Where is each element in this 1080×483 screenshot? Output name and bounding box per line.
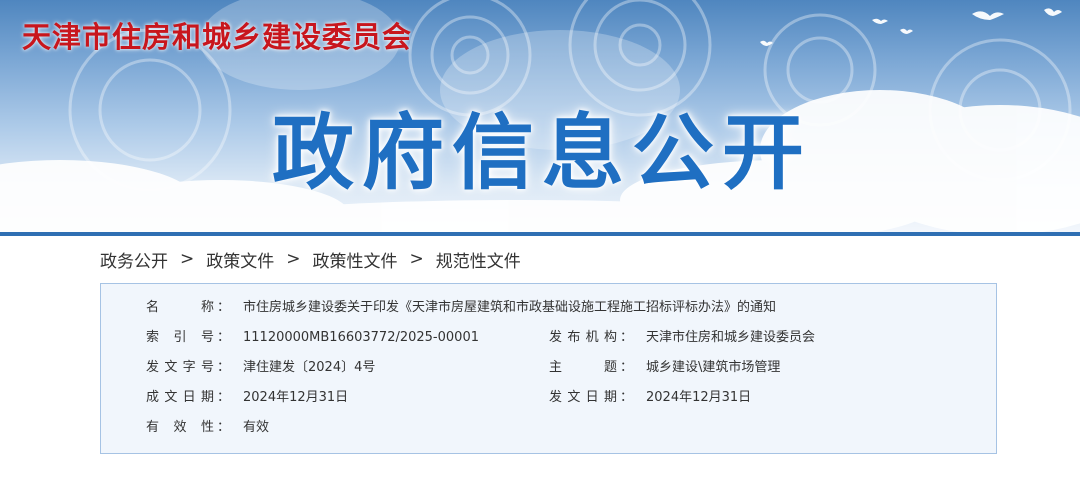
info-label-char: 发 bbox=[549, 330, 563, 345]
info-colon: ： bbox=[216, 420, 230, 435]
info-colon: ： bbox=[216, 390, 230, 405]
info-colon: ： bbox=[216, 300, 230, 315]
breadcrumb-item-policy-nature-docs[interactable]: 政策性文件 bbox=[313, 247, 398, 272]
info-label-char: 文 bbox=[164, 360, 178, 375]
info-label-char: 效 bbox=[173, 420, 187, 435]
banner-title: 政府信息公开 bbox=[272, 106, 813, 201]
info-label-char: 发 bbox=[146, 360, 160, 375]
issued-date-value: 2024年12月31日 bbox=[646, 390, 752, 405]
document-title-value: 市住房城乡建设委关于印发《天津市房屋建筑和市政基础设施工程施工招标评标办法》的通… bbox=[243, 300, 777, 315]
info-label-char: 名 bbox=[146, 300, 160, 315]
info-label-char: 号 bbox=[200, 330, 214, 345]
info-row-name: 名称： 市住房城乡建设委关于印发《天津市房屋建筑和市政基础设施工程施工招标评标办… bbox=[146, 298, 986, 318]
publisher-value: 天津市住房和城乡建设委员会 bbox=[646, 330, 816, 345]
info-label: 成文日期： bbox=[146, 388, 230, 408]
info-label-char: 期 bbox=[603, 390, 617, 405]
info-colon: ： bbox=[619, 390, 633, 405]
info-label-char: 日 bbox=[182, 390, 196, 405]
info-row-validity: 有效性： 有效 bbox=[146, 418, 546, 438]
info-label-char: 号 bbox=[200, 360, 214, 375]
info-row-doc-no: 发文字号： 津住建发〔2024〕4号 bbox=[146, 358, 546, 378]
info-label-text: 发布机构 bbox=[549, 328, 617, 348]
info-label: 发文日期： bbox=[549, 388, 633, 408]
index-no-value: 11120000MB16603772/2025-00001 bbox=[243, 330, 479, 345]
info-label: 名称： bbox=[146, 298, 230, 318]
doc-no-value: 津住建发〔2024〕4号 bbox=[243, 360, 376, 375]
info-label-char: 构 bbox=[603, 330, 617, 345]
site-name[interactable]: 天津市住房和城乡建设委员会 bbox=[22, 14, 412, 56]
subject-value: 城乡建设\建筑市场管理 bbox=[646, 360, 781, 375]
breadcrumb-item-gov-affairs[interactable]: 政务公开 bbox=[100, 247, 168, 272]
info-label: 主题： bbox=[549, 358, 633, 378]
header-banner: 天津市住房和城乡建设委员会 政府信息公开 bbox=[0, 0, 1080, 232]
info-label-char: 称 bbox=[200, 300, 214, 315]
info-label-char: 引 bbox=[173, 330, 187, 345]
info-label-char: 日 bbox=[585, 390, 599, 405]
info-row-created-date: 成文日期： 2024年12月31日 bbox=[146, 388, 546, 408]
info-label-char: 期 bbox=[200, 390, 214, 405]
info-label-char: 文 bbox=[164, 390, 178, 405]
info-label-char: 文 bbox=[567, 390, 581, 405]
banner-divider bbox=[0, 232, 1080, 236]
info-label-char: 主 bbox=[549, 360, 563, 375]
created-date-value: 2024年12月31日 bbox=[243, 390, 349, 405]
info-row-publisher: 发布机构： 天津市住房和城乡建设委员会 bbox=[549, 328, 949, 348]
breadcrumb-separator: > bbox=[180, 249, 195, 269]
info-label-text: 发文日期 bbox=[549, 388, 617, 408]
breadcrumb-separator: > bbox=[409, 249, 424, 269]
page: 天津市住房和城乡建设委员会 政府信息公开 政务公开 > 政策文件 > 政策性文件… bbox=[0, 0, 1080, 483]
info-label-char: 有 bbox=[146, 420, 160, 435]
info-colon: ： bbox=[619, 330, 633, 345]
info-label-char: 字 bbox=[182, 360, 196, 375]
breadcrumb-item-normative-docs[interactable]: 规范性文件 bbox=[436, 247, 521, 272]
info-label-text: 有效性 bbox=[146, 418, 214, 438]
breadcrumb: 政务公开 > 政策文件 > 政策性文件 > 规范性文件 bbox=[100, 246, 521, 272]
info-colon: ： bbox=[216, 360, 230, 375]
info-row-index-no: 索引号： 11120000MB16603772/2025-00001 bbox=[146, 328, 546, 348]
document-info-panel: 名称： 市住房城乡建设委关于印发《天津市房屋建筑和市政基础设施工程施工招标评标办… bbox=[100, 283, 997, 454]
info-row-issued-date: 发文日期： 2024年12月31日 bbox=[549, 388, 949, 408]
info-label-char: 成 bbox=[146, 390, 160, 405]
info-label: 发文字号： bbox=[146, 358, 230, 378]
info-label-text: 索引号 bbox=[146, 328, 214, 348]
info-label-text: 主题 bbox=[549, 358, 617, 378]
info-label: 有效性： bbox=[146, 418, 230, 438]
info-label-text: 成文日期 bbox=[146, 388, 214, 408]
info-label-char: 发 bbox=[549, 390, 563, 405]
info-label-text: 名称 bbox=[146, 298, 214, 318]
info-label: 索引号： bbox=[146, 328, 230, 348]
info-row-subject: 主题： 城乡建设\建筑市场管理 bbox=[549, 358, 949, 378]
info-colon: ： bbox=[216, 330, 230, 345]
breadcrumb-separator: > bbox=[286, 249, 301, 269]
info-label-char: 索 bbox=[146, 330, 160, 345]
validity-value: 有效 bbox=[243, 420, 270, 435]
info-label-text: 发文字号 bbox=[146, 358, 214, 378]
info-label-char: 题 bbox=[603, 360, 617, 375]
info-colon: ： bbox=[619, 360, 633, 375]
info-label: 发布机构： bbox=[549, 328, 633, 348]
info-label-char: 机 bbox=[585, 330, 599, 345]
breadcrumb-item-policy-docs[interactable]: 政策文件 bbox=[206, 247, 274, 272]
info-label-char: 性 bbox=[200, 420, 214, 435]
info-label-char: 布 bbox=[567, 330, 581, 345]
